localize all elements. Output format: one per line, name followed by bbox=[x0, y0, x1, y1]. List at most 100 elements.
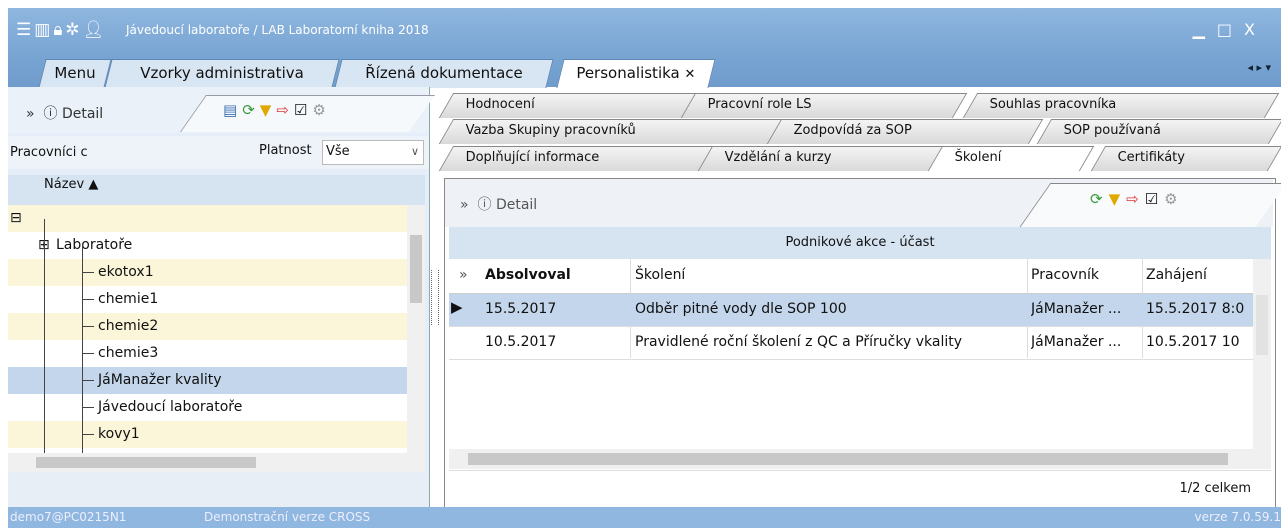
detail-label: Detail bbox=[61, 106, 104, 122]
grid-icon[interactable]: ▤ bbox=[223, 101, 242, 119]
right-detail-toggle[interactable]: » ⓘ Detail bbox=[460, 194, 537, 214]
close-tab-icon[interactable]: ✕ bbox=[685, 67, 696, 82]
titlebar-icons[interactable]: ☰▥🔒︎✲👤︎ bbox=[16, 20, 107, 40]
tab-vzdelani-a-kurzy[interactable]: Vzdělání a kurzy bbox=[697, 146, 945, 171]
platnost-value: Vše bbox=[326, 144, 350, 159]
column-absolvoval[interactable]: Absolvoval bbox=[485, 267, 571, 283]
window-controls: ▁□X bbox=[1193, 20, 1267, 39]
export-icon[interactable]: ⇨ bbox=[1126, 190, 1145, 208]
book-icon[interactable]: ▥ bbox=[34, 20, 53, 40]
refresh-icon[interactable]: ⟳ bbox=[1090, 190, 1109, 208]
tree-column-header[interactable]: Název ▲ bbox=[8, 175, 425, 206]
grid-footer: 1/2 celkem bbox=[449, 470, 1271, 505]
settings-icon[interactable]: ⚙ bbox=[1164, 190, 1183, 208]
window-title: Jávedoucí laboratoře / LAB Laboratorní k… bbox=[126, 23, 429, 37]
tree-row-laboratore[interactable]: ⊞Laboratoře bbox=[8, 232, 407, 259]
tree-row-chemie3[interactable]: chemie3 bbox=[8, 340, 407, 367]
settings-icon[interactable]: ⚙ bbox=[312, 101, 330, 119]
title-bar: ☰▥🔒︎✲👤︎ Jávedoucí laboratoře / LAB Labor… bbox=[8, 8, 1281, 51]
grid-title: Podnikové akce - účast bbox=[449, 227, 1271, 259]
tab-souhlas-pracovnika[interactable]: Souhlas pracovníka bbox=[962, 93, 1280, 118]
tab-hodnoceni[interactable]: Hodnocení bbox=[438, 93, 716, 118]
chevron-double-down-icon[interactable]: » bbox=[460, 197, 469, 213]
collapse-icon[interactable]: ⊟ bbox=[10, 210, 22, 226]
tree-line bbox=[82, 243, 83, 453]
tree-row-chemie1[interactable]: chemie1 bbox=[8, 286, 407, 313]
menu-icon[interactable]: ☰ bbox=[16, 20, 34, 40]
platnost-label: Platnost bbox=[259, 143, 312, 158]
right-toolbar-icons: ⟳▼⇨☑⚙ bbox=[1090, 190, 1184, 208]
info-icon: ⓘ bbox=[43, 106, 58, 122]
maximize-button[interactable]: □ bbox=[1217, 20, 1244, 39]
left-detail-toggle[interactable]: » ⓘ Detail bbox=[26, 103, 103, 123]
tab-personalistika-label: Personalistika bbox=[576, 64, 680, 82]
left-panel: » ⓘ Detail ▤⟳▼⇨☑⚙ Pracovníci c Platnost … bbox=[8, 87, 435, 507]
filter-icon[interactable]: ▼ bbox=[1109, 190, 1127, 208]
left-panel-footer bbox=[8, 473, 429, 507]
close-button[interactable]: X bbox=[1244, 20, 1267, 39]
tab-vazba-skupiny[interactable]: Vazba Skupiny pracovníků bbox=[438, 119, 786, 144]
status-mode: Demonstrační verze CROSS bbox=[204, 510, 371, 524]
lock-icon[interactable]: 🔒︎ bbox=[53, 20, 65, 40]
tree-row-kovy1[interactable]: kovy1 bbox=[8, 421, 407, 448]
left-toolbar-icons: ▤⟳▼⇨☑⚙ bbox=[223, 101, 331, 119]
tree-view: ⊟ ⊞Laboratoře ekotox1 chemie1 chemie2 ch… bbox=[8, 205, 407, 453]
column-skoleni[interactable]: Školení bbox=[635, 267, 685, 283]
grid-horizontal-scroll-thumb[interactable] bbox=[468, 453, 1228, 465]
tree-line bbox=[44, 219, 45, 453]
table-row[interactable]: 10.5.2017 Pravidlené roční školení z QC … bbox=[449, 327, 1271, 360]
column-zahajeni[interactable]: Zahájení bbox=[1146, 267, 1207, 283]
status-version: verze 7.0.59.1 bbox=[1194, 510, 1281, 524]
tab-personalistika[interactable]: Personalistika ✕ bbox=[556, 59, 716, 88]
gear-icon[interactable]: ✲ bbox=[65, 20, 82, 40]
tree-line bbox=[82, 407, 94, 408]
tree-line bbox=[82, 380, 94, 381]
table-row[interactable]: ▶ 15.5.2017 Odběr pitné vody dle SOP 100… bbox=[449, 294, 1271, 327]
chevron-double-down-icon[interactable]: » bbox=[26, 106, 35, 122]
column-pracovnik[interactable]: Pracovník bbox=[1031, 267, 1099, 283]
tree-line bbox=[82, 326, 94, 327]
tree-line bbox=[82, 353, 94, 354]
status-bar: demo7@PC0215N1 Demonstrační verze CROSS … bbox=[8, 507, 1281, 528]
tree-line bbox=[82, 272, 94, 273]
checkbox-icon[interactable]: ☑ bbox=[1145, 190, 1164, 208]
grid-vertical-scroll-thumb[interactable] bbox=[1256, 295, 1268, 355]
user-icon[interactable]: 👤︎ bbox=[83, 20, 108, 40]
refresh-icon[interactable]: ⟳ bbox=[242, 101, 260, 119]
filter-icon[interactable]: ▼ bbox=[260, 101, 277, 119]
tab-doplnujici-informace[interactable]: Doplňující informace bbox=[438, 146, 726, 171]
checkbox-icon[interactable]: ☑ bbox=[294, 101, 312, 119]
tab-pracovni-role-ls[interactable]: Pracovní role LS bbox=[680, 93, 968, 118]
tab-sop-pouzivana[interactable]: SOP používaná bbox=[1036, 119, 1281, 144]
left-filter-bar: Pracovníci c Platnost Vše ∨ bbox=[8, 136, 429, 169]
export-icon[interactable]: ⇨ bbox=[276, 101, 294, 119]
tree-row-jamanazer-kvality[interactable]: JáManažer kvality bbox=[8, 367, 407, 394]
record-count: 1/2 celkem bbox=[1179, 481, 1251, 496]
tree-row-javedouci-laboratore[interactable]: Jávedoucí laboratoře bbox=[8, 394, 407, 421]
tree-row-chemie2[interactable]: chemie2 bbox=[8, 313, 407, 340]
tree-vertical-scroll-thumb[interactable] bbox=[410, 235, 422, 303]
tree-line bbox=[82, 299, 94, 300]
tab-vzorky-administrativa[interactable]: Vzorky administrativa bbox=[104, 59, 340, 88]
platnost-select[interactable]: Vše ∨ bbox=[322, 140, 424, 165]
tree-row-ekotox1[interactable]: ekotox1 bbox=[8, 259, 407, 286]
pracovnici-label: Pracovníci c bbox=[10, 145, 88, 160]
tab-skoleni[interactable]: Školení bbox=[927, 146, 1095, 171]
minimize-button[interactable]: ▁ bbox=[1193, 20, 1217, 39]
detail-label: Detail bbox=[495, 197, 538, 213]
panel-splitter[interactable] bbox=[431, 270, 439, 325]
tree-horizontal-scroll-thumb[interactable] bbox=[36, 457, 256, 468]
info-icon: ⓘ bbox=[477, 197, 492, 213]
row-pointer-icon: ▶ bbox=[451, 298, 463, 316]
tab-menu[interactable]: Menu bbox=[38, 59, 112, 88]
chevron-down-icon: ∨ bbox=[410, 145, 419, 158]
tree-row-root[interactable]: ⊟ bbox=[8, 205, 407, 232]
column-chooser-icon[interactable]: » bbox=[459, 267, 468, 283]
status-user: demo7@PC0215N1 bbox=[10, 510, 127, 524]
main-tab-strip: Menu Vzorky administrativa Řízená dokume… bbox=[8, 51, 1281, 88]
tab-certifikaty[interactable]: Certifikáty bbox=[1090, 146, 1281, 171]
tab-zodpovida-za-sop[interactable]: Zodpovídá za SOP bbox=[766, 119, 1044, 144]
tab-nav-arrows[interactable]: ◂ ▸ ▾ bbox=[1247, 61, 1271, 74]
tab-rizena-dokumentace[interactable]: Řízená dokumentace bbox=[334, 59, 554, 88]
grid-header: » Absolvoval Školení Pracovník Zahájení bbox=[449, 259, 1271, 294]
